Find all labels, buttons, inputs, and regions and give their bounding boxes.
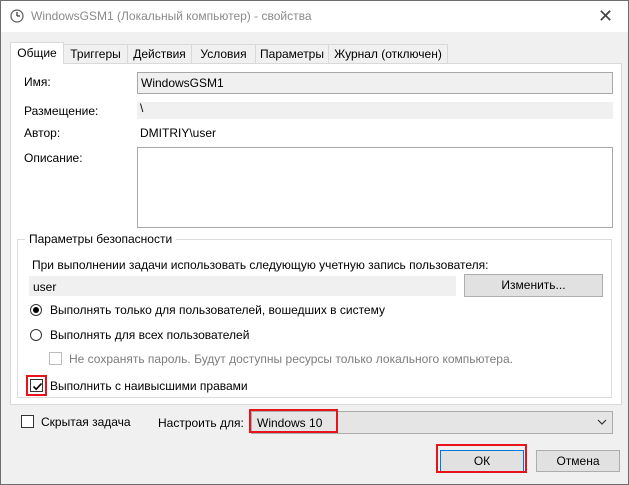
hidden-task-checkbox[interactable]	[21, 415, 34, 428]
close-icon[interactable]: ✕	[583, 1, 628, 32]
configure-for-select[interactable]: Windows 10	[251, 411, 613, 434]
tab-settings[interactable]: Параметры	[255, 44, 329, 63]
no-store-password-checkbox[interactable]	[49, 352, 62, 365]
ok-button[interactable]: ОК	[440, 450, 524, 472]
title-bar[interactable]: WindowsGSM1 (Локальный компьютер) - свой…	[1, 1, 628, 32]
tab-general[interactable]: Общие	[10, 42, 64, 64]
account-field-bg	[29, 276, 456, 296]
run-all-users-label[interactable]: Выполнять для всех пользователей	[50, 328, 249, 342]
hidden-task-label[interactable]: Скрытая задача	[41, 415, 131, 429]
configure-for-value: Windows 10	[257, 416, 323, 430]
highest-privileges-checkbox[interactable]	[30, 379, 43, 392]
clock-icon	[10, 9, 24, 23]
description-label: Описание:	[24, 151, 83, 165]
tab-actions[interactable]: Действия	[127, 44, 192, 63]
author-value: DMITRIY\user	[140, 126, 217, 140]
description-textarea[interactable]	[137, 147, 613, 228]
account-prompt: При выполнении задачи использовать следу…	[32, 258, 489, 272]
highest-privileges-label[interactable]: Выполнить с наивысшими правами	[50, 379, 248, 393]
window-title: WindowsGSM1 (Локальный компьютер) - свой…	[31, 9, 312, 23]
configure-for-label: Настроить для:	[158, 416, 244, 430]
location-label: Размещение:	[24, 104, 99, 118]
task-properties-dialog: WindowsGSM1 (Локальный компьютер) - свой…	[0, 0, 629, 485]
tab-history[interactable]: Журнал (отключен)	[328, 44, 448, 63]
checkmark-icon	[32, 382, 43, 391]
location-field-bg	[137, 102, 613, 119]
security-group-title: Параметры безопасности	[25, 232, 177, 246]
account-value: user	[33, 280, 57, 294]
chevron-down-icon	[597, 419, 607, 425]
run-all-users-radio[interactable]	[30, 329, 42, 341]
author-label: Автор:	[24, 126, 61, 140]
name-label: Имя:	[24, 75, 51, 89]
cancel-button[interactable]: Отмена	[536, 450, 620, 472]
change-user-button[interactable]: Изменить...	[464, 274, 603, 297]
tab-triggers[interactable]: Триггеры	[63, 44, 128, 63]
run-logged-on-label[interactable]: Выполнять только для пользователей, воше…	[50, 303, 385, 317]
no-store-password-label: Не сохранять пароль. Будут доступны ресу…	[69, 352, 513, 366]
name-field[interactable]: WindowsGSM1	[137, 72, 613, 94]
tab-conditions[interactable]: Условия	[191, 44, 256, 63]
run-logged-on-radio[interactable]	[30, 304, 42, 316]
location-value: \	[140, 101, 144, 115]
